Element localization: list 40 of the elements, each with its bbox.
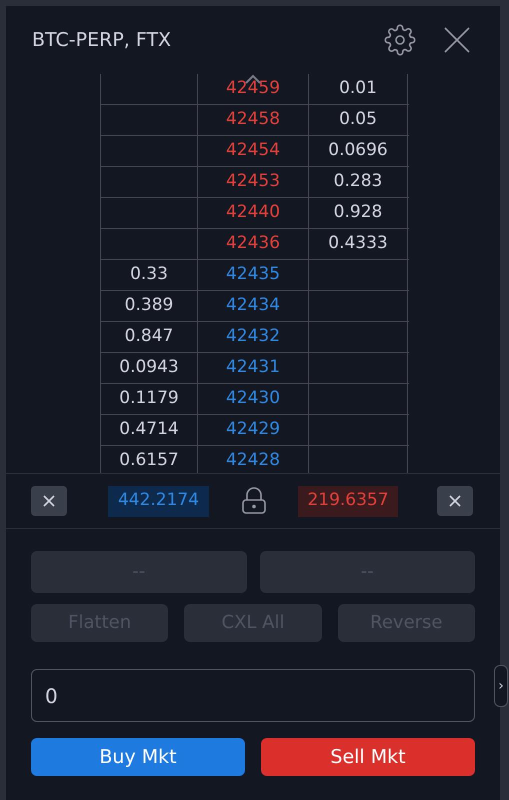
price-cell[interactable]: 42428 <box>198 446 309 473</box>
bid-size-cell: 0.4714 <box>100 415 198 445</box>
market-order-button[interactable]: Buy Mkt <box>31 738 245 776</box>
ask-size-cell: 0.0696 <box>309 136 408 166</box>
bid-size-cell: 0.6157 <box>100 446 198 473</box>
ask-total: 219.6357 <box>298 486 398 516</box>
close-icon <box>43 495 55 507</box>
price-cell[interactable]: 42459 <box>198 74 309 104</box>
close-icon <box>449 495 461 507</box>
settings-icon[interactable] <box>384 24 416 56</box>
bid-size-cell: 0.847 <box>100 322 198 352</box>
price-cell[interactable]: 42436 <box>198 229 309 259</box>
collapse-handle[interactable]: › <box>494 665 508 707</box>
price-cell[interactable]: 42435 <box>198 260 309 290</box>
quantity-field[interactable]: 0 <box>31 669 475 722</box>
price-cell[interactable]: 42432 <box>198 322 309 352</box>
window-title: BTC-PERP, FTX <box>32 28 172 53</box>
price-cell[interactable]: 42453 <box>198 167 309 197</box>
ask-size-cell: 0.283 <box>309 167 408 197</box>
price-cell[interactable]: 42429 <box>198 415 309 445</box>
bid-size-cell: 0.33 <box>100 260 198 290</box>
lock-icon[interactable] <box>241 487 267 515</box>
bid-size-cell: 0.389 <box>100 291 198 321</box>
ask-size-cell: 0.4333 <box>309 229 408 259</box>
cancel-asks-button[interactable] <box>437 486 473 516</box>
bid-size-cell: 0.1179 <box>100 384 198 414</box>
price-cell[interactable]: 42434 <box>198 291 309 321</box>
price-cell[interactable]: 42431 <box>198 353 309 383</box>
ask-size-cell: 0.01 <box>309 74 408 104</box>
price-cell[interactable]: 42430 <box>198 384 309 414</box>
cancel-bids-button[interactable] <box>31 486 67 516</box>
close-icon[interactable] <box>444 27 470 53</box>
ask-size-cell: 0.928 <box>309 198 408 228</box>
market-order-button[interactable]: Sell Mkt <box>261 738 475 776</box>
price-cell[interactable]: 42458 <box>198 105 309 135</box>
bid-size-cell: 0.0943 <box>100 353 198 383</box>
ask-size-cell: 0.05 <box>309 105 408 135</box>
price-cell[interactable]: 42454 <box>198 136 309 166</box>
bid-total: 442.2174 <box>108 486 209 516</box>
price-cell[interactable]: 42440 <box>198 198 309 228</box>
